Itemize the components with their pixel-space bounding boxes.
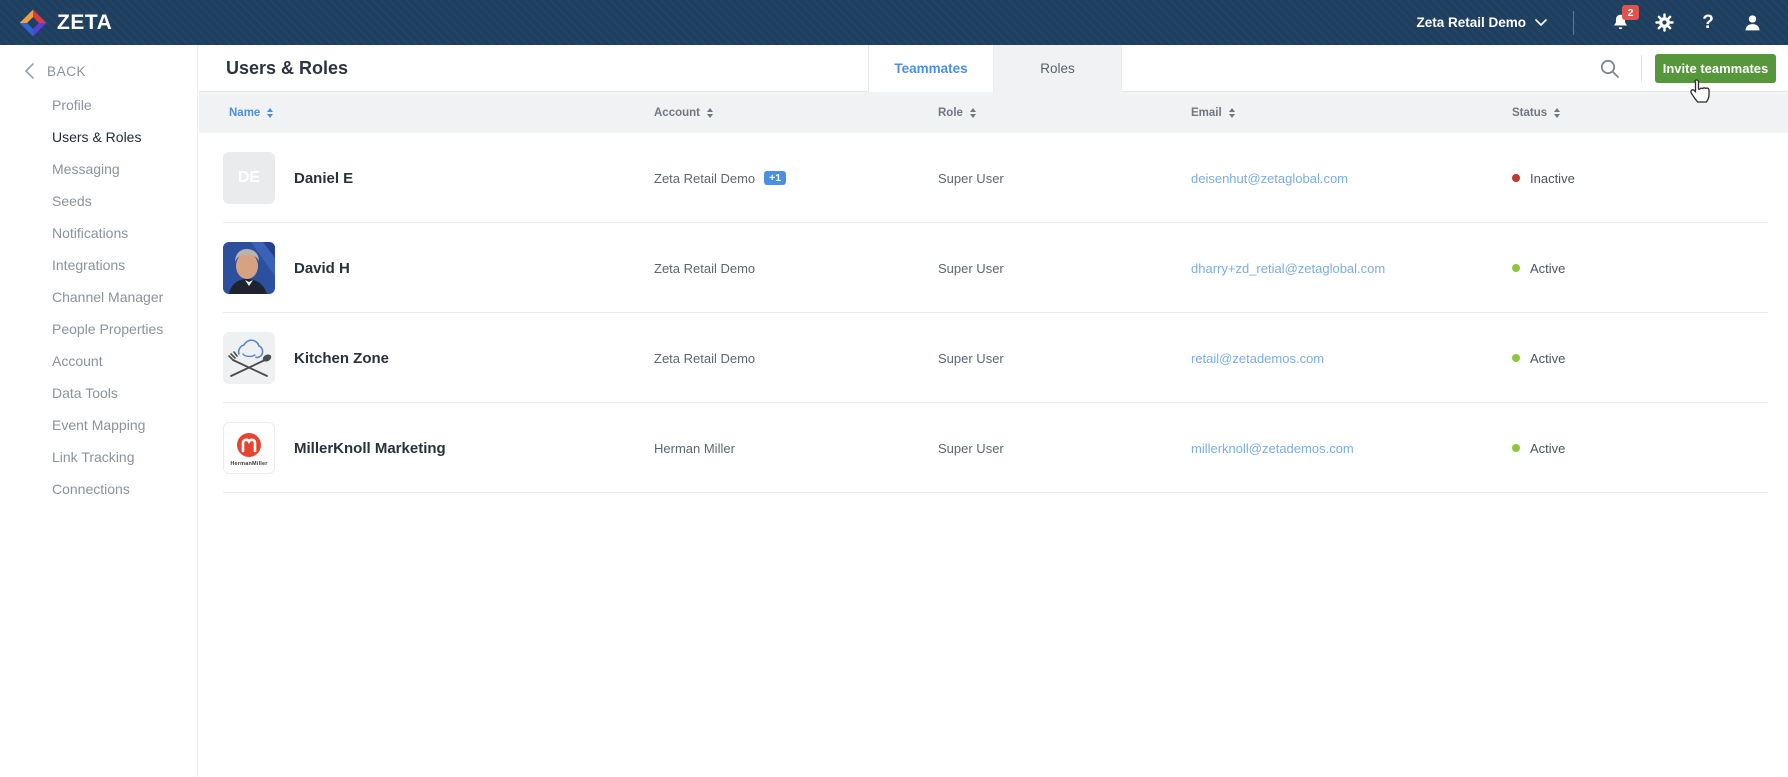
sidebar-item-data-tools[interactable]: Data Tools [0, 377, 197, 409]
topbar-actions: Zeta Retail Demo 2 [1416, 0, 1774, 45]
user-status: Active [1512, 223, 1565, 313]
page-header: Users & Roles Teammates Roles Invite tea… [199, 45, 1788, 92]
back-label: BACK [47, 64, 86, 79]
sidebar-item-event-mapping[interactable]: Event Mapping [0, 409, 197, 441]
search-button[interactable] [1595, 54, 1625, 84]
tab-roles[interactable]: Roles [994, 45, 1122, 92]
avatar: HermanMiller [223, 422, 275, 474]
sort-icon [1554, 108, 1560, 118]
sidebar-item-link-tracking[interactable]: Link Tracking [0, 441, 197, 473]
account-selector[interactable]: Zeta Retail Demo [1416, 15, 1547, 30]
hermanmiller-logo-caption: HermanMiller [230, 461, 267, 467]
user-icon [1742, 12, 1763, 33]
chevron-left-icon [25, 63, 34, 79]
page-title: Users & Roles [226, 45, 348, 92]
user-email-link[interactable]: dharry+zd_retial@zetaglobal.com [1191, 223, 1385, 313]
status-dot-inactive [1512, 174, 1520, 182]
user-email-link[interactable]: millerknoll@zetademos.com [1191, 403, 1354, 493]
user-status: Active [1512, 403, 1565, 493]
notifications-button[interactable]: 2 [1598, 0, 1642, 45]
hermanmiller-logo-icon [234, 430, 264, 460]
avatar: DE [223, 152, 275, 204]
header-divider [1641, 55, 1642, 82]
user-email-link[interactable]: deisenhut@zetaglobal.com [1191, 133, 1348, 223]
zeta-logo[interactable]: ZETA [18, 8, 112, 38]
sidebar-item-notifications[interactable]: Notifications [0, 217, 197, 249]
sort-icon [707, 108, 713, 118]
status-dot-active [1512, 264, 1520, 272]
sort-icon [970, 108, 976, 118]
sidebar-item-people-properties[interactable]: People Properties [0, 313, 197, 345]
brand-name: ZETA [57, 11, 112, 35]
table-row[interactable]: HermanMiller MillerKnoll Marketing Herma… [199, 403, 1788, 493]
user-status: Inactive [1512, 133, 1575, 223]
zeta-diamond-icon [18, 8, 48, 38]
status-label: Active [1530, 261, 1565, 276]
user-name: David H [294, 223, 350, 313]
main-content: Users & Roles Teammates Roles Invite tea… [199, 45, 1788, 777]
avatar-initials: DE [238, 169, 260, 187]
back-button[interactable]: BACK [25, 59, 86, 83]
user-account: Herman Miller [654, 403, 735, 493]
sort-icon [267, 108, 273, 118]
settings-button[interactable] [1642, 0, 1686, 45]
user-email-link[interactable]: retail@zetademos.com [1191, 313, 1324, 403]
sidebar-item-users-roles[interactable]: Users & Roles [0, 121, 197, 153]
status-label: Active [1530, 351, 1565, 366]
column-header-account[interactable]: Account [654, 92, 713, 133]
user-role: Super User [938, 223, 1004, 313]
user-account: Zeta Retail Demo +1 [654, 133, 786, 223]
avatar [223, 332, 275, 384]
account-count-badge[interactable]: +1 [764, 171, 786, 186]
sidebar-nav: Profile Users & Roles Messaging Seeds No… [0, 89, 197, 505]
user-role: Super User [938, 313, 1004, 403]
user-menu-button[interactable] [1730, 0, 1774, 45]
status-dot-active [1512, 444, 1520, 452]
sidebar-item-integrations[interactable]: Integrations [0, 249, 197, 281]
notification-badge: 2 [1622, 5, 1639, 20]
user-name: Kitchen Zone [294, 313, 389, 403]
gear-icon [1654, 12, 1675, 33]
table-header: Name Account Role Email Status [199, 92, 1788, 133]
avatar [223, 242, 275, 294]
sidebar-item-channel-manager[interactable]: Channel Manager [0, 281, 197, 313]
user-role: Super User [938, 403, 1004, 493]
user-status: Active [1512, 313, 1565, 403]
sidebar-item-seeds[interactable]: Seeds [0, 185, 197, 217]
user-account: Zeta Retail Demo [654, 223, 755, 313]
sidebar-item-messaging[interactable]: Messaging [0, 153, 197, 185]
help-icon: ? [1702, 12, 1714, 34]
settings-sidebar: BACK Profile Users & Roles Messaging See… [0, 45, 198, 777]
column-header-name[interactable]: Name [229, 92, 273, 133]
search-icon [1598, 57, 1622, 81]
status-label: Inactive [1530, 171, 1575, 186]
tab-teammates[interactable]: Teammates [868, 45, 994, 92]
user-name: Daniel E [294, 133, 353, 223]
column-header-email[interactable]: Email [1191, 92, 1235, 133]
sidebar-item-connections[interactable]: Connections [0, 473, 197, 505]
invite-teammates-button[interactable]: Invite teammates [1655, 54, 1776, 83]
column-header-role[interactable]: Role [938, 92, 976, 133]
user-role: Super User [938, 133, 1004, 223]
status-dot-active [1512, 354, 1520, 362]
top-bar: ZETA Zeta Retail Demo 2 [0, 0, 1788, 45]
sort-icon [1229, 108, 1235, 118]
chef-logo [223, 332, 275, 384]
table-row[interactable]: DE Daniel E Zeta Retail Demo +1 Super Us… [199, 133, 1788, 223]
status-label: Active [1530, 441, 1565, 456]
user-account: Zeta Retail Demo [654, 313, 755, 403]
sidebar-item-account[interactable]: Account [0, 345, 197, 377]
user-photo [223, 242, 275, 294]
table-row[interactable]: David H Zeta Retail Demo Super User dhar… [199, 223, 1788, 313]
sidebar-item-profile[interactable]: Profile [0, 89, 197, 121]
topbar-divider [1573, 11, 1574, 35]
table-row[interactable]: Kitchen Zone Zeta Retail Demo Super User… [199, 313, 1788, 403]
help-button[interactable]: ? [1686, 0, 1730, 45]
chevron-down-icon [1535, 19, 1547, 27]
user-name: MillerKnoll Marketing [294, 403, 446, 493]
account-selector-label: Zeta Retail Demo [1416, 15, 1526, 30]
column-header-status[interactable]: Status [1512, 92, 1560, 133]
